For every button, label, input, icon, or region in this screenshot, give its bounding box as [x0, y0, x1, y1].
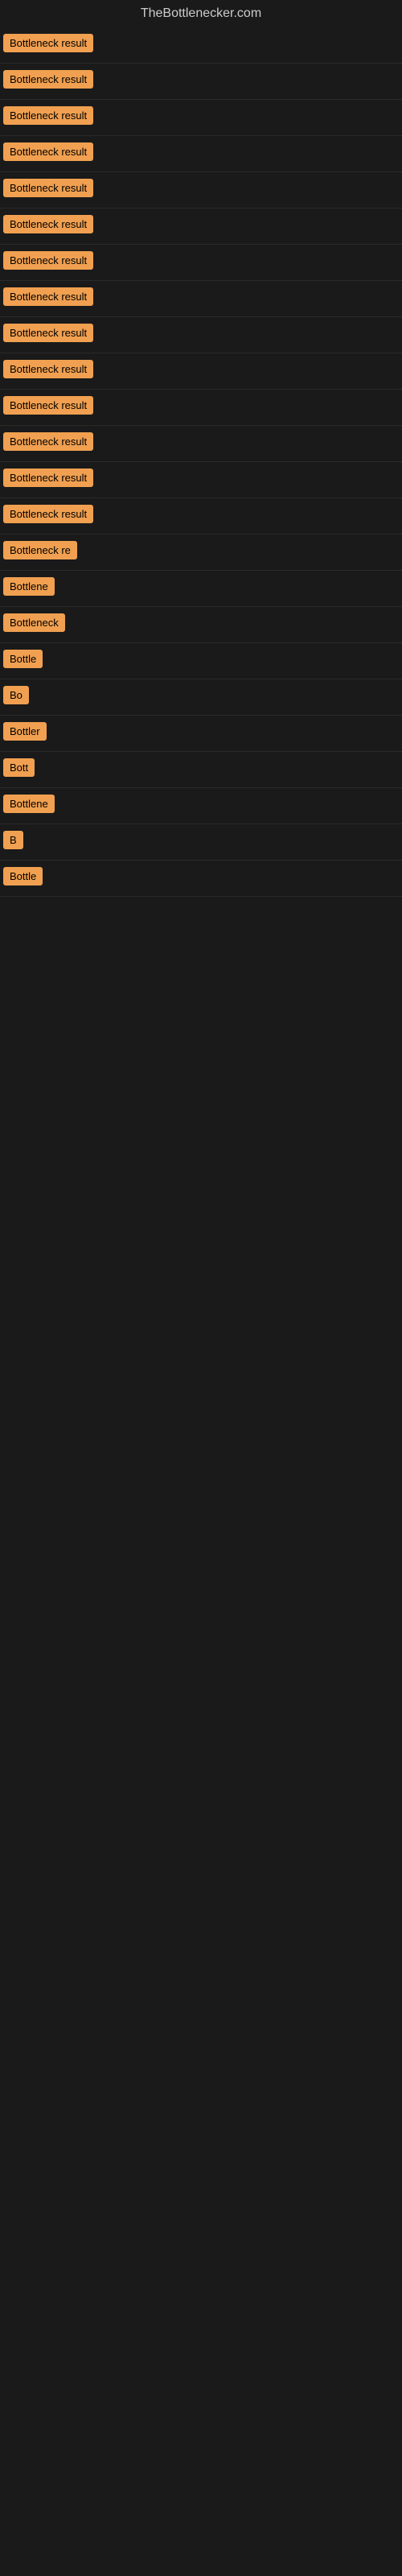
bottleneck-badge[interactable]: Bottleneck re	[3, 541, 77, 559]
bottleneck-badge[interactable]: Bottleneck result	[3, 432, 93, 451]
bottleneck-badge[interactable]: Bo	[3, 686, 29, 704]
bottleneck-badge[interactable]: Bottleneck result	[3, 179, 93, 197]
result-row: Bottleneck result	[0, 27, 402, 64]
result-row: Bottleneck result	[0, 136, 402, 172]
site-title-text: TheBottlenecker.com	[141, 6, 261, 20]
badges-container: Bottleneck result Bottleneck result Bottle…	[0, 27, 402, 897]
bottleneck-badge[interactable]: Bottleneck	[3, 613, 65, 632]
result-row: Bottleneck re	[0, 535, 402, 571]
result-row: Bott	[0, 752, 402, 788]
result-row: Bottler	[0, 716, 402, 752]
result-row: Bottleneck	[0, 607, 402, 643]
result-row: Bottleneck result	[0, 390, 402, 426]
bottleneck-badge[interactable]: Bottleneck result	[3, 142, 93, 161]
bottleneck-badge[interactable]: Bottleneck result	[3, 215, 93, 233]
bottleneck-badge[interactable]: Bottle	[3, 650, 43, 668]
result-row: Bottleneck result	[0, 281, 402, 317]
bottleneck-badge[interactable]: Bottle	[3, 867, 43, 886]
result-row: Bo	[0, 679, 402, 716]
result-row: Bottleneck result	[0, 462, 402, 498]
result-row: Bottle	[0, 643, 402, 679]
bottleneck-badge[interactable]: Bottlene	[3, 795, 55, 813]
bottleneck-badge[interactable]: Bottleneck result	[3, 505, 93, 523]
bottleneck-badge[interactable]: Bottlene	[3, 577, 55, 596]
result-row: Bottleneck result	[0, 100, 402, 136]
bottleneck-badge[interactable]: Bottler	[3, 722, 47, 741]
bottleneck-badge[interactable]: Bottleneck result	[3, 287, 93, 306]
result-row: Bottleneck result	[0, 353, 402, 390]
result-row: Bottle	[0, 861, 402, 897]
result-row: B	[0, 824, 402, 861]
bottleneck-badge[interactable]: Bottleneck result	[3, 360, 93, 378]
result-row: Bottleneck result	[0, 64, 402, 100]
result-row: Bottleneck result	[0, 172, 402, 208]
result-row: Bottlene	[0, 571, 402, 607]
result-row: Bottleneck result	[0, 208, 402, 245]
bottleneck-badge[interactable]: Bottleneck result	[3, 324, 93, 342]
result-row: Bottleneck result	[0, 245, 402, 281]
bottleneck-badge[interactable]: Bottleneck result	[3, 70, 93, 89]
bottleneck-badge[interactable]: Bott	[3, 758, 35, 777]
bottleneck-badge[interactable]: Bottleneck result	[3, 106, 93, 125]
bottleneck-badge[interactable]: Bottleneck result	[3, 34, 93, 52]
result-row: Bottlene	[0, 788, 402, 824]
result-row: Bottleneck result	[0, 498, 402, 535]
bottleneck-badge[interactable]: Bottleneck result	[3, 251, 93, 270]
site-title: TheBottlenecker.com	[0, 0, 402, 27]
result-row: Bottleneck result	[0, 426, 402, 462]
result-row: Bottleneck result	[0, 317, 402, 353]
bottleneck-badge[interactable]: Bottleneck result	[3, 469, 93, 487]
bottleneck-badge[interactable]: Bottleneck result	[3, 396, 93, 415]
bottleneck-badge[interactable]: B	[3, 831, 23, 849]
